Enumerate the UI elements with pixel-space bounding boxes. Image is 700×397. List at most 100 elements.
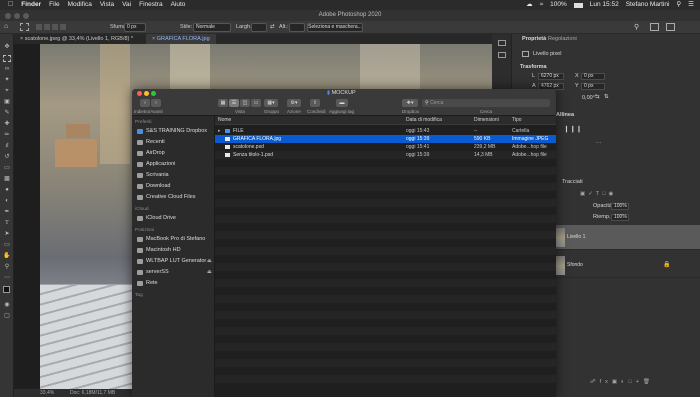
close-window-button[interactable]	[5, 13, 11, 19]
type-tool-icon[interactable]: T	[3, 220, 11, 227]
file-row[interactable]: scatolone.psd oggi 15:41 239,2 MB Adobe...h…	[215, 143, 556, 151]
marquee-tool-preset-icon[interactable]	[20, 23, 29, 31]
finder-close-button[interactable]	[137, 91, 142, 96]
width-input[interactable]	[251, 23, 267, 32]
foreground-color-swatch[interactable]	[3, 286, 10, 293]
lock-icon[interactable]: 🔒	[663, 261, 670, 268]
share-button[interactable]: ⇧	[310, 99, 320, 107]
flip-vertical-icon[interactable]: ⇅	[604, 94, 609, 100]
zoom-window-button[interactable]	[23, 13, 29, 19]
column-name[interactable]: Nome	[218, 116, 231, 125]
home-icon[interactable]: ⌂	[4, 23, 8, 30]
lasso-tool-icon[interactable]: ∞	[3, 66, 11, 73]
action-button[interactable]: ⚙▾	[287, 99, 301, 107]
sidebar-item-lut-generator[interactable]: WLTBAP LUT Generator	[137, 258, 206, 264]
group-button[interactable]: ▦▾	[264, 99, 278, 107]
eject-icon[interactable]: ⏏	[207, 269, 212, 275]
apple-menu-icon[interactable]: 	[8, 0, 13, 10]
column-date[interactable]: Data di modifica	[406, 116, 442, 125]
more-options-icon[interactable]: ⋯	[596, 141, 602, 147]
rectangle-tool-icon[interactable]: ▭	[3, 242, 11, 249]
paths-panel-tab[interactable]: Tracciati	[562, 179, 583, 185]
menu-go[interactable]: Vai	[122, 0, 131, 10]
sidebar-item-macbook[interactable]: MacBook Pro di Stefano	[137, 236, 205, 242]
history-brush-icon[interactable]: ↺	[3, 154, 11, 161]
menu-view[interactable]: Vista	[100, 0, 114, 10]
pen-tool-icon[interactable]: ✒	[3, 209, 11, 216]
forward-button[interactable]: ›	[151, 99, 161, 107]
sidebar-item-dropbox[interactable]: S&S TRAINING Dropbox	[137, 128, 207, 134]
sidebar-item-applications[interactable]: Applicazioni	[137, 161, 175, 167]
more-tools-icon[interactable]: ⋯	[3, 275, 11, 282]
wifi-icon[interactable]: ≈	[540, 0, 544, 10]
intersect-selection-icon[interactable]	[60, 24, 66, 30]
properties-panel-icon[interactable]	[498, 52, 506, 58]
menu-app-name[interactable]: Finder	[21, 0, 41, 10]
sidebar-item-desktop[interactable]: Scrivania	[137, 172, 169, 178]
finder-minimize-button[interactable]	[144, 91, 149, 96]
layer-action-icons[interactable]: ☍fx▣◐□+🗑	[590, 379, 654, 385]
feather-input[interactable]: 0 px	[124, 23, 146, 32]
tab-adjustments[interactable]: Regolazioni	[548, 36, 577, 42]
history-panel-icon[interactable]	[498, 40, 506, 46]
subtract-selection-icon[interactable]	[52, 24, 58, 30]
rotation-angle[interactable]: 0,00°	[582, 95, 595, 101]
layer-filter-icons[interactable]: ▣✓T□◉	[580, 191, 616, 197]
tab-grafica-flora[interactable]: × GRAFICA FLORA.jpg	[146, 34, 216, 44]
layer-row[interactable]: Sfondo 🔒	[555, 253, 700, 278]
eject-icon[interactable]: ⏏	[207, 258, 212, 264]
battery-level[interactable]: 100%	[550, 0, 567, 10]
sidebar-item-server[interactable]: serverSS	[137, 269, 169, 275]
select-and-mask-button[interactable]: Seleziona e maschera...	[307, 23, 363, 32]
quick-mask-icon[interactable]: ◉	[3, 302, 11, 309]
search-field[interactable]: ⚲ Cerca	[422, 99, 550, 107]
sidebar-item-network[interactable]: Rete	[137, 280, 158, 286]
control-center-icon[interactable]: ☰	[688, 0, 694, 10]
screen-mode-icon[interactable]: ▢	[3, 313, 11, 320]
sidebar-item-creative-cloud[interactable]: Creative Cloud Files	[137, 194, 196, 200]
dropbox-button[interactable]: ❖▾	[402, 99, 418, 107]
sidebar-item-macintosh-hd[interactable]: Macintosh HD	[137, 247, 181, 253]
layer-name[interactable]: Sfondo	[567, 262, 583, 268]
search-icon[interactable]: ⚲	[634, 23, 639, 31]
opacity-field[interactable]: 100%	[611, 203, 629, 210]
blur-tool-icon[interactable]: ●	[3, 187, 11, 194]
width-field[interactable]: 6270 px	[538, 73, 564, 80]
swap-icon[interactable]: ⇄	[270, 24, 275, 30]
column-kind[interactable]: Tipo	[512, 116, 522, 125]
flip-horizontal-icon[interactable]: ⇆	[595, 94, 600, 100]
move-tool-icon[interactable]: ✥	[3, 44, 11, 51]
clone-stamp-icon[interactable]: ♯	[3, 143, 11, 150]
transform-header[interactable]: Trasforma	[520, 64, 547, 70]
finder-zoom-button[interactable]	[151, 91, 156, 96]
marquee-tool-icon[interactable]	[3, 55, 11, 62]
column-view-button[interactable]: ◫	[240, 99, 250, 107]
eraser-icon[interactable]: ▭	[3, 165, 11, 172]
dodge-tool-icon[interactable]: ◐	[3, 198, 11, 205]
tab-scatolone[interactable]: × scatolone.jpeg @ 33,4% (Livello 1, RGB…	[14, 34, 144, 44]
menu-file[interactable]: File	[49, 0, 59, 10]
align-header[interactable]: Allinea	[556, 112, 574, 118]
healing-brush-icon[interactable]: ✚	[3, 121, 11, 128]
crop-tool-icon[interactable]: ⌖	[3, 88, 11, 95]
column-size[interactable]: Dimensioni	[474, 116, 499, 125]
path-selection-icon[interactable]: ➤	[3, 231, 11, 238]
list-view-button[interactable]: ☰	[229, 99, 239, 107]
search-icon[interactable]: ⚲	[676, 0, 681, 10]
add-selection-icon[interactable]	[44, 24, 50, 30]
tab-properties[interactable]: Proprietà	[522, 36, 546, 42]
zoom-tool-icon[interactable]: ⚲	[3, 264, 11, 271]
align-icons[interactable]: ▎▎▎	[566, 127, 585, 133]
brush-tool-icon[interactable]: ✏	[3, 132, 11, 139]
minimize-window-button[interactable]	[14, 13, 20, 19]
zoom-level[interactable]: 33,4%	[40, 389, 54, 397]
frame-tool-icon[interactable]: ▣	[3, 99, 11, 106]
y-field[interactable]: 0 px	[581, 83, 605, 90]
file-row[interactable]: GRAFICA FLORA.jpg oggi 15:39 590 KB Immagin…	[215, 135, 556, 143]
layer-row[interactable]: Livello 1	[555, 225, 700, 250]
x-field[interactable]: 0 px	[581, 73, 605, 80]
height-input[interactable]	[289, 23, 305, 32]
sidebar-item-icloud-drive[interactable]: iCloud Drive	[137, 215, 176, 221]
layer-name[interactable]: Livello 1	[567, 234, 585, 240]
back-button[interactable]: ‹	[140, 99, 150, 107]
